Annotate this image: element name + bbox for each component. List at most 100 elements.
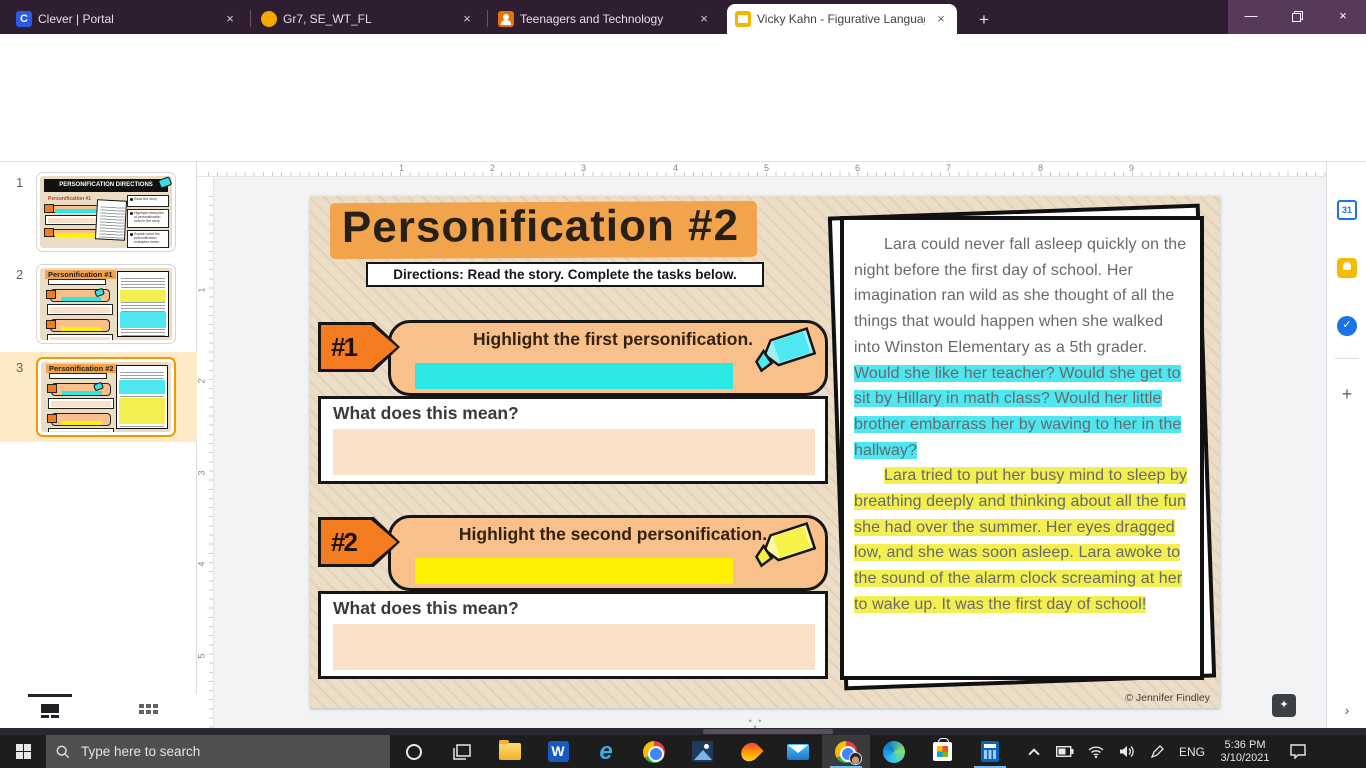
filmstrip-view-icon[interactable]: [40, 703, 60, 719]
tab-gr7[interactable]: Gr7, SE_WT_FL ×: [253, 4, 483, 34]
hruler-number: 7: [946, 163, 951, 173]
close-window-button[interactable]: ×: [1320, 0, 1366, 34]
hruler-number: 5: [764, 163, 769, 173]
minimize-button[interactable]: —: [1228, 0, 1274, 34]
tab-clever-portal[interactable]: C Clever | Portal ×: [8, 4, 246, 34]
directions-box[interactable]: Directions: Read the story. Complete the…: [366, 262, 764, 287]
grid-view-icon[interactable]: [138, 703, 158, 719]
task-view-button[interactable]: [438, 735, 486, 768]
cyan-highlighter-icon: [746, 318, 826, 380]
task1-question-box[interactable]: What does this mean?: [318, 396, 828, 484]
hruler-number: 2: [490, 163, 495, 173]
story-cyan-highlighted-text[interactable]: Would she like her teacher? Would she ge…: [854, 365, 1181, 459]
tab-title: Vicky Kahn - Figurative Language: [757, 12, 925, 26]
task2-highlight-bar-yellow[interactable]: [415, 558, 733, 584]
task2-question-box[interactable]: What does this mean?: [318, 591, 828, 679]
tab-close-icon[interactable]: ×: [696, 11, 712, 27]
filmstrip-slide-1[interactable]: 1 PERSONIFICATION DIRECTIONS Personifica…: [0, 167, 197, 257]
horizontal-scrollbar[interactable]: [0, 728, 1366, 735]
photos-button[interactable]: [678, 735, 726, 768]
chrome-profile-button-active[interactable]: [822, 735, 870, 768]
slides-favicon: [735, 11, 751, 27]
hruler-number: 8: [1038, 163, 1043, 173]
thumb-answer: [47, 304, 113, 315]
calendar-icon[interactable]: 31: [1337, 200, 1357, 220]
collapse-side-panel-icon[interactable]: ›: [1337, 700, 1357, 720]
filmstrip-slide-3-selected[interactable]: 3 Personification #2: [0, 352, 197, 442]
slide-canvas[interactable]: Personification #2 Directions: Read the …: [310, 196, 1220, 708]
chrome-button[interactable]: [630, 735, 678, 768]
search-input[interactable]: [79, 743, 329, 760]
story-paper-front-sheet[interactable]: Lara could never fall asleep quickly on …: [840, 216, 1204, 680]
task2-answer-area[interactable]: [333, 624, 815, 670]
thumb-tag: [47, 384, 57, 393]
tray-expand-button[interactable]: [1020, 735, 1047, 768]
story-paper[interactable]: Lara could never fall asleep quickly on …: [830, 208, 1210, 692]
edge-icon: [883, 741, 905, 763]
story-text: Lara could never fall asleep quickly on …: [854, 232, 1190, 618]
vruler-number: 1: [197, 287, 207, 292]
slide-title[interactable]: Personification #2: [330, 201, 757, 259]
yellow-highlighter-icon: [746, 513, 826, 575]
slide-1-thumbnail[interactable]: PERSONIFICATION DIRECTIONS Personificati…: [36, 172, 176, 252]
taskbar-clock[interactable]: 5:36 PM 3/10/2021: [1213, 739, 1277, 765]
thumb-shape: [44, 204, 54, 213]
teenagers-favicon: [498, 11, 514, 27]
edge-button[interactable]: [870, 735, 918, 768]
store-icon: [933, 742, 952, 761]
thumb-story-page: [116, 365, 168, 429]
screen: C Clever | Portal × Gr7, SE_WT_FL × Teen…: [0, 0, 1366, 768]
tab-teenagers[interactable]: Teenagers and Technology ×: [490, 4, 720, 34]
taskbar-search[interactable]: [46, 735, 390, 768]
thumb-title: Personification #2: [46, 364, 117, 373]
pen-indicator[interactable]: [1144, 735, 1171, 768]
filmstrip-slide-2[interactable]: 2 Personification #1: [0, 259, 197, 349]
explore-button[interactable]: ✦: [1272, 694, 1296, 717]
tab-close-icon[interactable]: ×: [933, 11, 949, 27]
copyright-credit: © Jennifer Findley: [1125, 692, 1210, 704]
slide-3-preview: Personification #2: [41, 362, 171, 432]
tab-close-icon[interactable]: ×: [222, 11, 238, 27]
task1-answer-area[interactable]: [333, 429, 815, 475]
file-explorer-button[interactable]: [486, 735, 534, 768]
language-indicator[interactable]: ENG: [1175, 745, 1209, 759]
cortana-button[interactable]: [390, 735, 438, 768]
battery-indicator[interactable]: [1051, 735, 1078, 768]
tab-vicky-kahn-active[interactable]: Vicky Kahn - Figurative Language ×: [727, 4, 957, 34]
scrollbar-thumb[interactable]: [703, 729, 833, 734]
slide-2-preview: Personification #1: [40, 268, 172, 340]
keep-icon[interactable]: [1337, 258, 1357, 278]
thumb-task2: [51, 413, 111, 426]
thumb-highlight-cyan: [119, 380, 165, 394]
speaker-notes-handle[interactable]: • • •: [744, 718, 768, 726]
story-yellow-highlighted-text[interactable]: Lara tried to put her busy mind to sleep…: [854, 467, 1187, 613]
system-tray: ENG 5:36 PM 3/10/2021: [1020, 735, 1315, 768]
task1-highlight-bar-cyan[interactable]: [415, 363, 733, 389]
tab-close-icon[interactable]: ×: [459, 11, 475, 27]
word-button[interactable]: W: [534, 735, 582, 768]
new-tab-button[interactable]: +: [972, 8, 996, 32]
internet-explorer-button[interactable]: e: [582, 735, 630, 768]
paint3d-button[interactable]: [726, 735, 774, 768]
thumb-story-page: [117, 271, 169, 337]
restore-button[interactable]: [1274, 0, 1320, 34]
action-center-button[interactable]: [1281, 735, 1315, 768]
slide-number: 1: [16, 175, 23, 190]
calculator-button-active[interactable]: [966, 735, 1014, 768]
mail-button[interactable]: [774, 735, 822, 768]
edit-toolbar: ▾ ▾ ▾ ▾: [0, 133, 1366, 162]
volume-indicator[interactable]: [1113, 735, 1140, 768]
docs-header: Vicky Kahn - Figurative Language Digital…: [0, 70, 1366, 133]
wifi-indicator[interactable]: [1082, 735, 1109, 768]
thumb-highlight-cyan: [120, 312, 166, 328]
search-icon: [56, 745, 70, 759]
add-addon-icon[interactable]: +: [1337, 384, 1357, 404]
thumb-direction-3: Explain what the personification example…: [127, 230, 169, 248]
store-button[interactable]: [918, 735, 966, 768]
hruler-number: 4: [673, 163, 678, 173]
clock-date: 3/10/2021: [1213, 752, 1277, 765]
tasks-icon[interactable]: ✓: [1337, 316, 1357, 336]
slide-3-thumbnail[interactable]: Personification #2: [36, 357, 176, 437]
slide-2-thumbnail[interactable]: Personification #1: [36, 264, 176, 344]
start-button[interactable]: [0, 735, 46, 768]
